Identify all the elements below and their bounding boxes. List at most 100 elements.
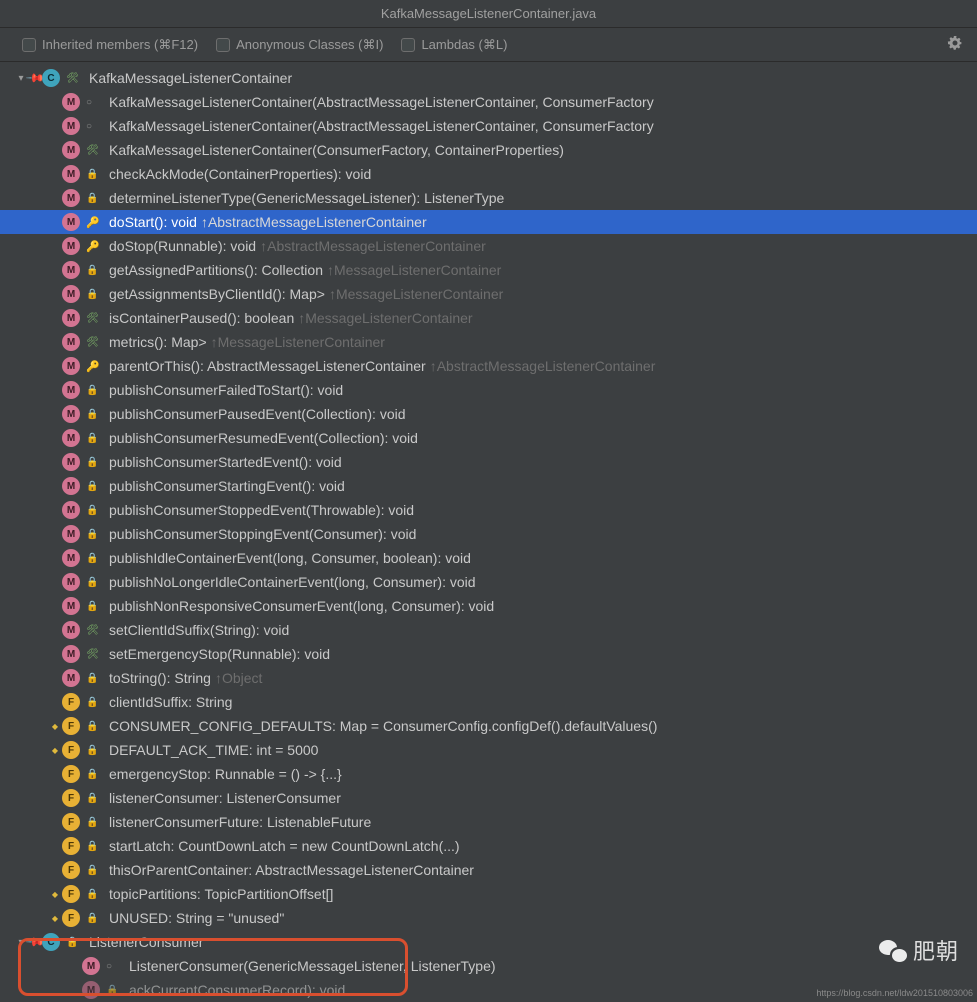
method-icon: M [82, 981, 100, 999]
node-label: checkAckMode(ContainerProperties): void [109, 166, 371, 182]
tree-node-member[interactable]: M🔑 doStart(): void ↑AbstractMessageListe… [0, 210, 977, 234]
field-icon: F [62, 813, 80, 831]
override-label: ↑MessageListenerContainer [329, 286, 503, 302]
tree-node-member[interactable]: M○ KafkaMessageListenerContainer(Abstrac… [0, 90, 977, 114]
tree-node-member[interactable]: F🔒 thisOrParentContainer: AbstractMessag… [0, 858, 977, 882]
node-label: thisOrParentContainer: AbstractMessageLi… [109, 862, 474, 878]
lock-icon: 🔒 [106, 985, 114, 996]
tools-icon: 🛠 [86, 625, 99, 636]
tree-node-member[interactable]: M🛠 isContainerPaused(): boolean ↑Message… [0, 306, 977, 330]
tree-node-member[interactable]: M🛠 KafkaMessageListenerContainer(Consume… [0, 138, 977, 162]
title-bar: KafkaMessageListenerContainer.java [0, 0, 977, 28]
node-label: publishConsumerStartingEvent(): void [109, 478, 345, 494]
tools-icon: 🛠 [86, 649, 99, 660]
method-icon: M [62, 405, 80, 423]
lock-icon: 🔒 [86, 457, 94, 468]
method-icon: M [62, 93, 80, 111]
tree-node-class[interactable]: ▾ 📌C🛠 KafkaMessageListenerContainer [0, 66, 977, 90]
tree-node-member[interactable]: F🔒 listenerConsumer: ListenerConsumer [0, 786, 977, 810]
tree-node-member[interactable]: F🔒 emergencyStop: Runnable = () -> {...} [0, 762, 977, 786]
method-icon: M [62, 309, 80, 327]
inherited-checkbox[interactable]: Inherited members (⌘F12) [22, 37, 198, 53]
tree-node-member[interactable]: F🔒 listenerConsumerFuture: ListenableFut… [0, 810, 977, 834]
method-icon: M [62, 285, 80, 303]
lock-icon: 🔒 [86, 385, 94, 396]
method-icon: M [62, 597, 80, 615]
tree-node-member[interactable]: M 🔒 publishConsumerStartingEvent(): void [0, 474, 977, 498]
tree-node-member[interactable]: M🔒 publishConsumerResumedEvent(Collectio… [0, 426, 977, 450]
tree-node-member[interactable]: M🔒 publishNoLongerIdleContainerEvent(lon… [0, 570, 977, 594]
anonymous-checkbox[interactable]: Anonymous Classes (⌘I) [216, 37, 383, 53]
window-title: KafkaMessageListenerContainer.java [381, 6, 596, 21]
node-label: ListenerConsumer(GenericMessageListener,… [129, 958, 496, 974]
tree-node-member[interactable]: M🔒 toString(): String ↑Object [0, 666, 977, 690]
tree-node-member[interactable]: M🔒 publishConsumerStoppingEvent(Consumer… [0, 522, 977, 546]
tree-node-member[interactable]: M🔒 publishNonResponsiveConsumerEvent(lon… [0, 594, 977, 618]
tree-node-member[interactable]: M○ ListenerConsumer(GenericMessageListen… [0, 954, 977, 978]
wechat-icon [879, 938, 907, 962]
tree-node-member[interactable]: M🛠 setClientIdSuffix(String): void [0, 618, 977, 642]
tree-node-member[interactable]: ◆F🔒 UNUSED: String = "unused" [0, 906, 977, 930]
node-label: publishNonResponsiveConsumerEvent(long, … [109, 598, 494, 614]
circle-icon: ○ [86, 121, 94, 132]
method-icon: M [62, 333, 80, 351]
method-icon: M [62, 357, 80, 375]
tree-node-member[interactable]: M🔒 publishIdleContainerEvent(long, Consu… [0, 546, 977, 570]
lock-icon: 🔒 [86, 697, 94, 708]
node-label: KafkaMessageListenerContainer [89, 70, 292, 86]
gear-icon[interactable] [947, 35, 963, 54]
key-icon: 🔑 [86, 360, 94, 373]
checkbox-label: Anonymous Classes (⌘I) [236, 37, 383, 53]
node-label: DEFAULT_ACK_TIME: int = 5000 [109, 742, 318, 758]
tree-node-member[interactable]: M🔒 publishConsumerPausedEvent(Collection… [0, 402, 977, 426]
tree-node-member[interactable]: M🔒 checkAckMode(ContainerProperties): vo… [0, 162, 977, 186]
lock-icon: 🔒 [86, 505, 94, 516]
node-label: KafkaMessageListenerContainer(AbstractMe… [109, 118, 654, 134]
override-label: ↑MessageListenerContainer [327, 262, 501, 278]
tree-node-member[interactable]: ◆F🔒 CONSUMER_CONFIG_DEFAULTS: Map = Cons… [0, 714, 977, 738]
tree-node-member[interactable]: M ○ KafkaMessageListenerContainer(Abstrac… [0, 114, 977, 138]
lock-icon: 🔒 [86, 265, 94, 276]
toolbar: Inherited members (⌘F12) Anonymous Class… [0, 28, 977, 62]
field-icon: F [62, 885, 80, 903]
method-icon: M [62, 477, 80, 495]
lambdas-checkbox[interactable]: Lambdas (⌘L) [401, 37, 507, 53]
tree-node-member[interactable]: M🔑 parentOrThis(): AbstractMessageListen… [0, 354, 977, 378]
method-icon: M [62, 429, 80, 447]
tree-node-class[interactable]: ▾ 📌C🔒 ListenerConsumer [0, 930, 977, 954]
tree-node-member[interactable]: M🛠 metrics(): Map> ↑MessageListenerConta… [0, 330, 977, 354]
override-label: ↑AbstractMessageListenerContainer [430, 358, 656, 374]
lock-icon: 🔒 [86, 481, 94, 492]
lock-icon: 🔒 [86, 193, 94, 204]
static-icon: ◆ [52, 914, 58, 923]
tree-node-member[interactable]: M🛠 setEmergencyStop(Runnable): void [0, 642, 977, 666]
tree-node-member[interactable]: M🔑 doStop(Runnable): void ↑AbstractMessa… [0, 234, 977, 258]
field-icon: F [62, 717, 80, 735]
tree-node-member[interactable]: F🔒 startLatch: CountDownLatch = new Coun… [0, 834, 977, 858]
structure-tree[interactable]: ▾ 📌C🛠 KafkaMessageListenerContainer M ○ K… [0, 62, 977, 1002]
node-label: getAssignedPartitions(): Collection [109, 262, 323, 278]
lock-icon: 🔒 [66, 937, 74, 948]
lock-icon: 🔒 [86, 169, 94, 180]
lock-icon: 🔒 [86, 769, 94, 780]
node-label: publishConsumerStoppingEvent(Consumer): … [109, 526, 416, 542]
field-icon: F [62, 789, 80, 807]
lock-icon: 🔒 [86, 433, 94, 444]
tree-node-member[interactable]: M🔒 getAssignedPartitions(): Collection ↑… [0, 258, 977, 282]
tree-node-member[interactable]: M🔒 publishConsumerStartedEvent(): void [0, 450, 977, 474]
static-icon: ◆ [52, 746, 58, 755]
tree-node-member[interactable]: ◆F🔒 DEFAULT_ACK_TIME: int = 5000 [0, 738, 977, 762]
tree-node-member[interactable]: M🔒 determineListenerType(GenericMessageL… [0, 186, 977, 210]
tools-icon: 🛠 [86, 145, 99, 156]
lock-icon: 🔒 [86, 745, 94, 756]
tree-node-member[interactable]: M🔒 publishConsumerFailedToStart(): void [0, 378, 977, 402]
tree-node-member[interactable]: F🔒 clientIdSuffix: String [0, 690, 977, 714]
key-icon: 🔑 [86, 240, 94, 253]
tree-node-member[interactable]: M🔒 publishConsumerStoppedEvent(Throwable… [0, 498, 977, 522]
tree-node-member[interactable]: ◆F🔒 topicPartitions: TopicPartitionOffse… [0, 882, 977, 906]
method-icon: M [62, 117, 80, 135]
tree-node-member[interactable]: M🔒 getAssignmentsByClientId(): Map> ↑Mes… [0, 282, 977, 306]
node-label: publishConsumerPausedEvent(Collection): … [109, 406, 406, 422]
method-icon: M [62, 381, 80, 399]
override-label: ↑AbstractMessageListenerContainer [260, 238, 486, 254]
